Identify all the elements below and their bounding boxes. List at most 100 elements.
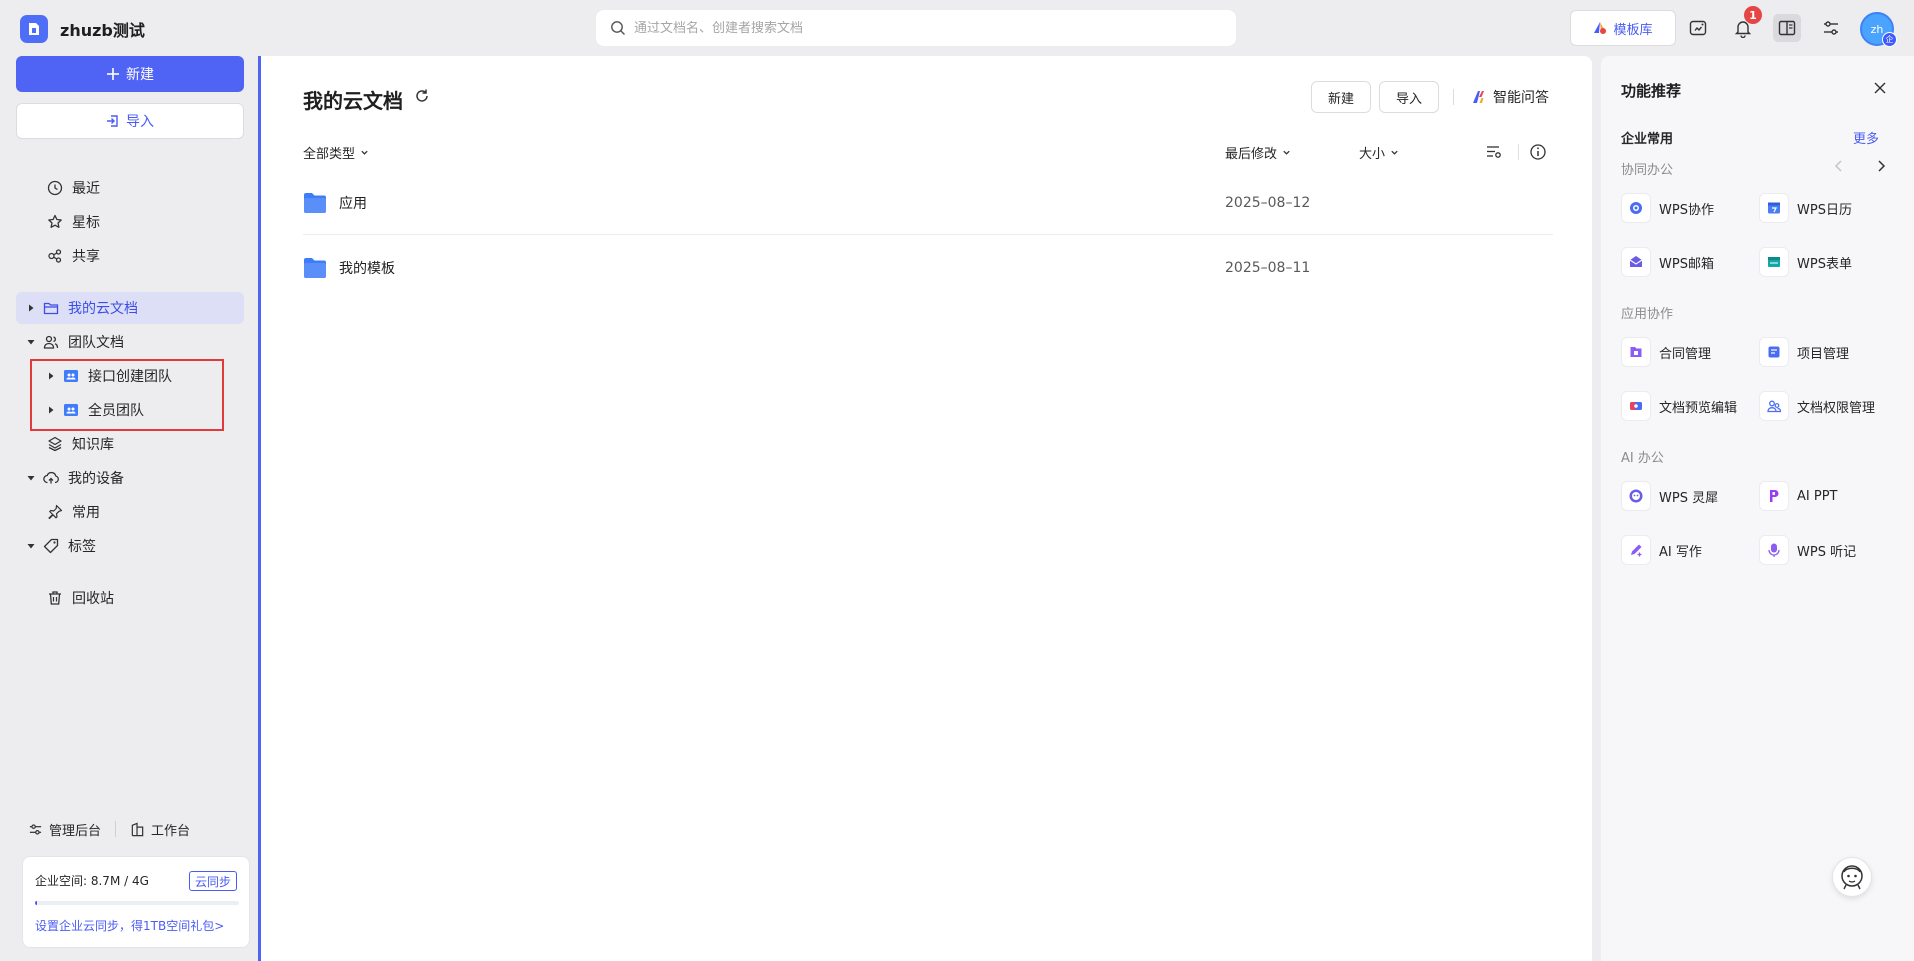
- sidebar-item-my-devices[interactable]: 我的设备: [16, 462, 244, 494]
- new-button[interactable]: 新建: [16, 56, 244, 92]
- sidebar-item-label: 最近: [72, 181, 100, 197]
- sidebar-item-frequent[interactable]: 常用: [16, 496, 244, 528]
- enterprise-badge: 企: [1882, 32, 1897, 47]
- sort-last-modified[interactable]: 最后修改: [1225, 142, 1291, 162]
- feature-wps-lingxi[interactable]: WPS 灵犀: [1621, 480, 1718, 512]
- feature-label: WPS 听记: [1797, 544, 1857, 560]
- smart-qa-label: 智能问答: [1493, 90, 1549, 106]
- caret-down-icon[interactable]: [24, 474, 38, 482]
- template-library-icon: [1593, 21, 1607, 35]
- feature-label: 项目管理: [1797, 346, 1850, 362]
- sidebar-item-shared[interactable]: 共享: [16, 240, 244, 272]
- file-modified-date: 2025–08–11: [1225, 260, 1311, 276]
- sidebar-item-starred[interactable]: 星标: [16, 206, 244, 238]
- divider: [1453, 89, 1454, 105]
- chevron-left-icon[interactable]: [1833, 159, 1845, 173]
- template-library-button[interactable]: 模板库: [1570, 10, 1676, 46]
- admin-console-link[interactable]: 管理后台: [28, 820, 101, 839]
- cloud-sync-button[interactable]: 云同步: [188, 871, 237, 891]
- last-modified-header: 最后修改: [1225, 146, 1278, 162]
- storage-promo-link[interactable]: 设置企业云同步，得1TB空间礼包>: [35, 917, 224, 934]
- layout-panel-icon[interactable]: [1773, 14, 1801, 42]
- sidebar-item-label: 星标: [72, 215, 100, 231]
- feature-doc-permission[interactable]: 文档权限管理: [1759, 390, 1875, 422]
- chevron-down-icon: [360, 148, 369, 157]
- type-filter-dropdown[interactable]: 全部类型: [303, 142, 369, 162]
- caret-right-icon[interactable]: [24, 304, 38, 312]
- more-link[interactable]: 更多: [1853, 128, 1879, 147]
- close-icon[interactable]: [1873, 81, 1887, 95]
- refresh-icon[interactable]: [414, 88, 430, 104]
- ai-ppt-icon: [1759, 481, 1789, 511]
- feature-wps-calendar[interactable]: WPS日历: [1759, 192, 1852, 224]
- sidebar-item-label: 常用: [72, 505, 100, 521]
- main-content: 我的云文档 新建 导入 智能问答 全部类型 最后修改 大小 应用 2025–08…: [258, 56, 1592, 961]
- feature-label: WPS 灵犀: [1659, 490, 1719, 506]
- import-button[interactable]: 导入: [16, 103, 244, 139]
- new-button-label: 新建: [126, 67, 154, 83]
- file-name: 我的模板: [339, 261, 395, 277]
- pin-icon: [46, 503, 64, 521]
- import-doc-button[interactable]: 导入: [1379, 81, 1439, 113]
- divider: [115, 821, 117, 837]
- plus-icon: [106, 67, 120, 81]
- feature-wps-mail[interactable]: WPS邮箱: [1621, 246, 1714, 278]
- project-icon: [1759, 337, 1789, 367]
- view-settings-icon[interactable]: [1485, 143, 1503, 161]
- chevron-right-icon[interactable]: [1875, 159, 1887, 173]
- group-label: AI 办公: [1621, 451, 1664, 466]
- feature-wps-collab[interactable]: WPS协作: [1621, 192, 1714, 224]
- admin-console-label: 管理后台: [49, 823, 102, 839]
- app-logo-icon[interactable]: [20, 15, 48, 43]
- caret-down-icon[interactable]: [24, 542, 38, 550]
- lingxi-icon: [1621, 481, 1651, 511]
- sidebar-item-label: 标签: [68, 539, 96, 555]
- sidebar-item-tags[interactable]: 标签: [16, 530, 244, 562]
- storage-card: 企业空间: 8.7M / 4G 云同步 设置企业云同步，得1TB空间礼包>: [22, 856, 250, 948]
- page-title: 我的云文档: [303, 89, 403, 113]
- sidebar-item-trash[interactable]: 回收站: [16, 582, 244, 614]
- ai-writing-pen-icon: [1621, 535, 1651, 565]
- search-bar[interactable]: [596, 10, 1236, 46]
- assistant-mascot-icon[interactable]: [1832, 857, 1872, 897]
- sidebar-item-team-docs[interactable]: 团队文档: [16, 326, 244, 358]
- new-doc-button[interactable]: 新建: [1311, 81, 1371, 113]
- feature-label: WPS邮箱: [1659, 256, 1714, 272]
- feature-project-management[interactable]: 项目管理: [1759, 336, 1849, 368]
- feature-label: 文档权限管理: [1797, 400, 1876, 416]
- smart-qa-button[interactable]: 智能问答: [1471, 86, 1549, 108]
- search-input[interactable]: [634, 20, 1214, 36]
- storage-progress-fill: [35, 901, 38, 905]
- feature-ai-ppt[interactable]: AI PPT: [1759, 480, 1837, 512]
- caret-down-icon[interactable]: [24, 338, 38, 346]
- sidebar-item-label: 共享: [72, 249, 100, 265]
- sync-devices-icon[interactable]: [1684, 14, 1712, 42]
- wps-collab-icon: [1621, 193, 1651, 223]
- table-row[interactable]: 应用 2025–08–12: [303, 171, 1553, 235]
- highlight-annotation-box: [30, 359, 224, 431]
- sort-size[interactable]: 大小: [1359, 142, 1399, 162]
- storage-usage-label: 企业空间: 8.7M / 4G: [35, 874, 149, 888]
- sidebar-item-label: 回收站: [72, 591, 114, 607]
- settings-sliders-icon[interactable]: [1817, 14, 1845, 42]
- info-icon[interactable]: [1529, 143, 1547, 161]
- feature-recommend-panel: 功能推荐 企业常用 更多 协同办公 WPS协作 WPS日历 WPS邮箱 WPS表…: [1601, 56, 1914, 961]
- import-button-label: 导入: [126, 114, 154, 130]
- storage-progress-bar: [35, 901, 239, 905]
- sidebar-item-my-cloud-docs[interactable]: 我的云文档: [16, 292, 244, 324]
- app-title: zhuzb测试: [60, 21, 145, 40]
- feature-doc-preview-edit[interactable]: 文档预览编辑: [1621, 390, 1737, 422]
- knowledge-base-icon: [46, 435, 64, 453]
- feature-ai-writing[interactable]: AI 写作: [1621, 534, 1702, 566]
- table-row[interactable]: 我的模板 2025–08–11: [303, 236, 1553, 300]
- import-icon: [106, 114, 120, 128]
- workbench-link[interactable]: 工作台: [130, 820, 190, 839]
- sidebar-item-recent[interactable]: 最近: [16, 172, 244, 204]
- size-header: 大小: [1359, 146, 1386, 162]
- sidebar-item-knowledge-base[interactable]: 知识库: [16, 428, 244, 460]
- feature-wps-form[interactable]: WPS表单: [1759, 246, 1852, 278]
- feature-wps-tingji[interactable]: WPS 听记: [1759, 534, 1856, 566]
- feature-contract-management[interactable]: 合同管理: [1621, 336, 1711, 368]
- sidebar-item-label: 我的设备: [68, 471, 124, 487]
- workbench-icon: [130, 822, 145, 837]
